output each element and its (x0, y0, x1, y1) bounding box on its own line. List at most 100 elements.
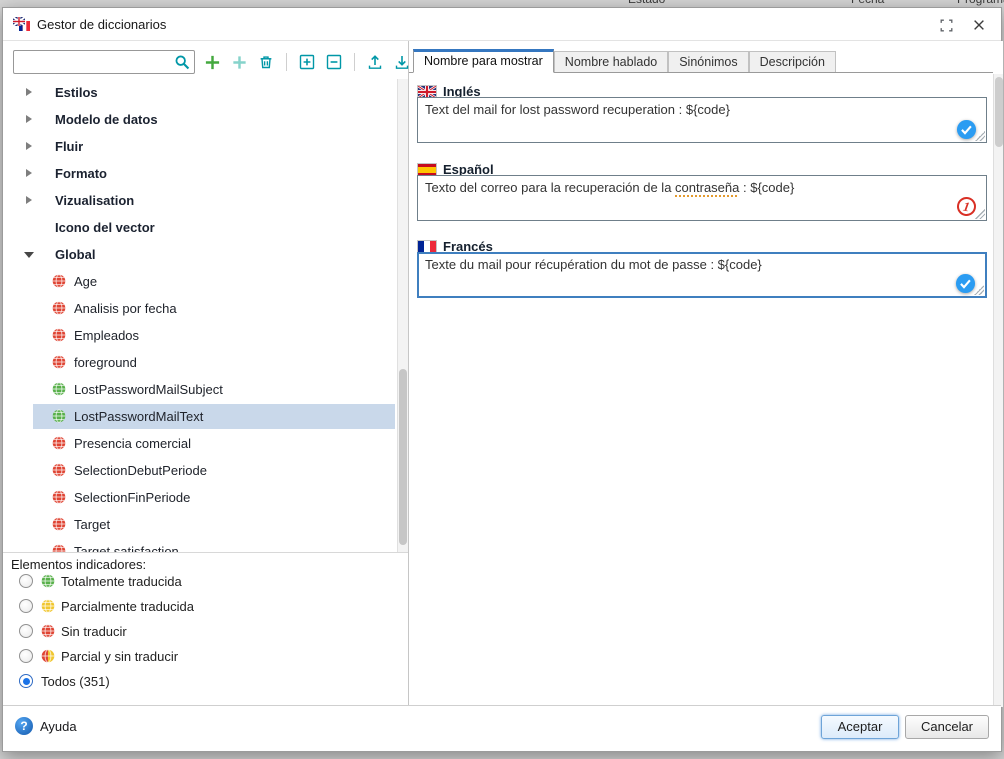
expand-arrow-icon[interactable] (26, 169, 32, 177)
resize-grip[interactable] (975, 209, 985, 219)
radio-sin-traducir[interactable] (19, 624, 33, 638)
tree-item-analisis-por-fecha[interactable]: Analisis por fecha (3, 295, 408, 322)
tree-item-selectiondebutperiode[interactable]: SelectionDebutPeriode (3, 457, 408, 484)
tree-item-lostpasswordmailtext[interactable]: LostPasswordMailText (3, 403, 408, 430)
help-link[interactable]: ? Ayuda (15, 717, 77, 735)
add-secondary-button[interactable] (229, 52, 249, 72)
expand-all-icon (298, 53, 316, 71)
expand-arrow-icon[interactable] (26, 196, 32, 204)
search-input[interactable] (18, 52, 172, 72)
globe-green-icon (52, 382, 66, 396)
validated-check-icon[interactable] (955, 273, 976, 294)
globe-yellow-icon (41, 599, 55, 613)
expand-arrow-icon[interactable] (26, 142, 32, 150)
background-column-label: Programa (957, 0, 1004, 6)
translation-textarea-ingles[interactable]: Text del mail for lost password recupera… (417, 97, 987, 143)
add-entry-button[interactable] (202, 52, 222, 72)
dialog-titlebar: Gestor de diccionarios (3, 8, 1001, 41)
translation-tabs: Nombre para mostrar Nombre hablado Sinón… (409, 49, 993, 73)
tree-item-empleados[interactable]: Empleados (3, 322, 408, 349)
radio-totalmente-traducida[interactable] (19, 574, 33, 588)
tree-item-presencia-comercial[interactable]: Presencia comercial (3, 430, 408, 457)
radio-todos[interactable] (19, 674, 33, 688)
dictionary-toolbar (13, 49, 404, 75)
tab-nombre-hablado[interactable]: Nombre hablado (554, 51, 668, 72)
expand-arrow-icon[interactable] (26, 88, 32, 96)
tab-nombre-para-mostrar[interactable]: Nombre para mostrar (413, 49, 554, 73)
tree-item-global[interactable]: Global (3, 241, 408, 268)
radio-parcialmente-traducida[interactable] (19, 599, 33, 613)
dictionary-tree: Estilos Modelo de datos Fluir Formato Vi… (3, 79, 408, 553)
background-table-header: Estado Fecha Programa (0, 0, 1004, 7)
radio-parcial-y-sin-traducir[interactable] (19, 649, 33, 663)
globe-green-icon (52, 409, 66, 423)
expand-all-button[interactable] (297, 52, 317, 72)
tree-item-age[interactable]: Age (3, 268, 408, 295)
help-icon: ? (15, 717, 33, 735)
translation-textarea-espanol[interactable]: Texto del correo para la recuperación de… (417, 175, 987, 221)
tree-item-modelo-de-datos[interactable]: Modelo de datos (3, 106, 408, 133)
dialog-footer: ? Ayuda Aceptar Cancelar (3, 705, 1001, 751)
globe-red-icon (52, 436, 66, 450)
tree-item-lostpasswordmailsubject[interactable]: LostPasswordMailSubject (3, 376, 408, 403)
background-column-label: Estado (628, 0, 665, 6)
right-scrollbar[interactable] (993, 74, 1003, 707)
trash-icon (257, 53, 275, 71)
plus-teal-icon (231, 54, 248, 71)
tab-sinonimos[interactable]: Sinónimos (668, 51, 748, 72)
background-column-label: Fecha (851, 0, 884, 6)
tab-descripcion[interactable]: Descripción (749, 51, 836, 72)
resize-grip[interactable] (975, 131, 985, 141)
globe-red-yellow-icon (41, 649, 55, 663)
tree-item-foreground[interactable]: foreground (3, 349, 408, 376)
dictionary-manager-dialog: Gestor de diccionarios (2, 7, 1002, 752)
dictionary-left-panel: Estilos Modelo de datos Fluir Formato Vi… (3, 41, 409, 707)
cancel-button[interactable]: Cancelar (905, 715, 989, 739)
globe-green-icon (41, 574, 55, 588)
globe-red-icon (52, 301, 66, 315)
delete-button[interactable] (256, 52, 276, 72)
expand-arrow-icon[interactable] (26, 115, 32, 123)
toolbar-separator (354, 53, 355, 71)
flag-uk-icon (418, 86, 436, 98)
search-box (13, 50, 195, 74)
indicator-option-parcial-y-sin-traducir: Parcial y sin traducir (3, 644, 408, 669)
resize-grip[interactable] (974, 285, 984, 295)
globe-red-icon (52, 274, 66, 288)
globe-red-icon (41, 624, 55, 638)
tree-item-formato[interactable]: Formato (3, 160, 408, 187)
translation-panel: Nombre para mostrar Nombre hablado Sinón… (409, 41, 1003, 707)
tree-item-estilos[interactable]: Estilos (3, 79, 408, 106)
toolbar-separator (286, 53, 287, 71)
flag-es-icon (418, 164, 436, 176)
tree-scrollbar[interactable] (397, 79, 408, 552)
globe-red-icon (52, 517, 66, 531)
validated-check-icon[interactable] (956, 119, 977, 140)
indicator-option-sin-traducir: Sin traducir (3, 619, 408, 644)
tree-item-target[interactable]: Target (3, 511, 408, 538)
tree-item-target-satisfaction[interactable]: Target satisfaction (3, 538, 408, 553)
tree-scrollbar-thumb[interactable] (399, 369, 407, 545)
tree-item-selectionfinperiode[interactable]: SelectionFinPeriode (3, 484, 408, 511)
right-scrollbar-thumb[interactable] (995, 77, 1003, 147)
close-button[interactable] (971, 17, 987, 33)
tree-item-vizualisation[interactable]: Vizualisation (3, 187, 408, 214)
plus-green-icon (204, 54, 221, 71)
maximize-button[interactable] (938, 17, 954, 33)
globe-red-icon (52, 328, 66, 342)
flag-fr-icon (418, 241, 436, 253)
collapse-arrow-icon[interactable] (24, 252, 34, 258)
globe-red-icon (52, 490, 66, 504)
tree-item-fluir[interactable]: Fluir (3, 133, 408, 160)
dictionary-flags-icon (13, 17, 31, 32)
search-icon (174, 54, 191, 71)
translation-textarea-frances[interactable]: Texte du mail pour récupération du mot d… (417, 252, 987, 298)
maximize-icon (939, 18, 954, 33)
arrow-up-tray-icon (366, 53, 384, 71)
tree-item-icono-del-vector[interactable]: Icono del vector (3, 214, 408, 241)
indicator-option-totalmente-traducida: Totalmente traducida (3, 569, 408, 594)
globe-red-icon (52, 463, 66, 477)
export-button[interactable] (365, 52, 385, 72)
accept-button[interactable]: Aceptar (821, 715, 899, 739)
collapse-all-button[interactable] (324, 52, 344, 72)
